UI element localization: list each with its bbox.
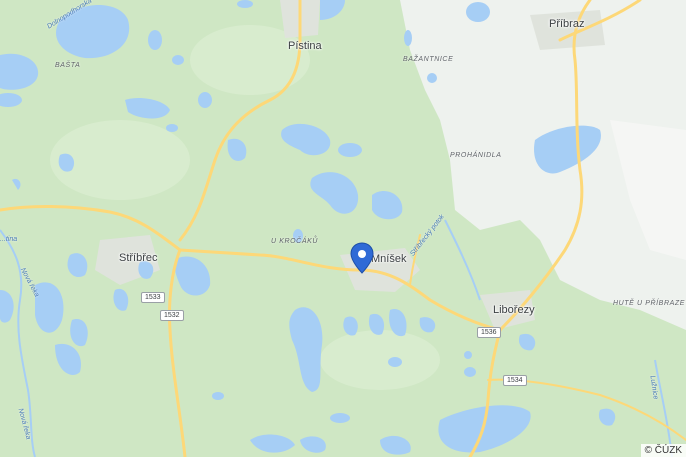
town-label-liborezy[interactable]: Libořezy	[493, 304, 535, 316]
area-label-bazantnice: BAŽANTNICE	[403, 56, 454, 63]
road-shield-1532: 1532	[160, 310, 184, 321]
road-shield-1533: 1533	[141, 292, 165, 303]
area-label-hute-u-pribraze: HUTĚ U PŘÍBRAZE	[613, 300, 686, 307]
town-label-pribraz[interactable]: Příbraz	[549, 18, 584, 30]
area-label-u-krocaku: U KROČÁKŮ	[271, 238, 319, 245]
road-shield-1536: 1536	[477, 327, 501, 338]
water-label-partial: ...tina	[0, 236, 18, 243]
town-label-mnisek[interactable]: Mníšek	[371, 253, 406, 265]
map-canvas[interactable]: Pístina Příbraz Stříbřec Mníšek Libořezy…	[0, 0, 686, 457]
town-label-stribrec[interactable]: Stříbřec	[119, 252, 158, 264]
road-shield-1534: 1534	[503, 375, 527, 386]
area-label-basta: BAŠTA	[55, 62, 81, 69]
map-attribution: © ČÚZK	[640, 444, 686, 457]
map-base-layer	[0, 0, 686, 457]
location-pin-icon[interactable]	[350, 242, 374, 274]
area-label-prohanidla: PROHÁNIDLA	[450, 152, 502, 159]
town-label-pistina[interactable]: Pístina	[288, 40, 322, 52]
